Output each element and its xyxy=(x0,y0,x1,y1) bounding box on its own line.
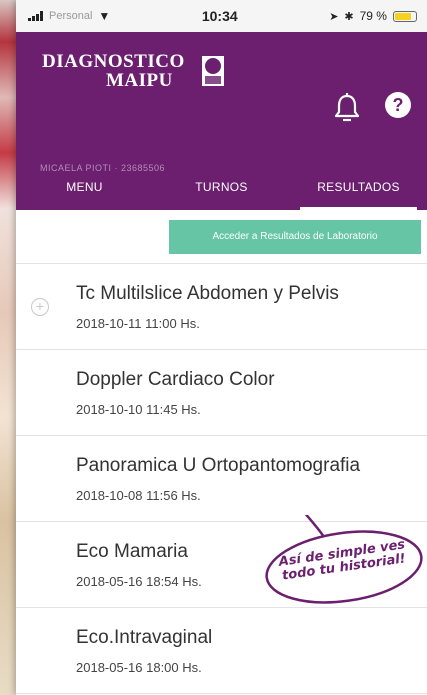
result-title: Eco.Intravaginal xyxy=(76,627,213,648)
lab-results-button[interactable]: Acceder a Resultados de Laboratorio xyxy=(169,219,421,254)
result-title: Tc Multilslice Abdomen y Pelvis xyxy=(76,283,339,304)
bluetooth-icon: ✱ xyxy=(344,10,354,23)
result-title: Eco Mamaria xyxy=(76,541,188,562)
signal-icon xyxy=(28,11,43,21)
status-right: ➤ ✱ 79 % xyxy=(329,9,417,23)
diagnostico-maipu-logo: DIAGNOSTICO MAIPU xyxy=(42,52,227,92)
result-title: Doppler Cardiaco Color xyxy=(76,369,275,390)
result-date: 2018-10-08 11:56 Hs. xyxy=(76,488,201,503)
result-date: 2018-10-10 11:45 Hs. xyxy=(76,402,201,417)
tab-resultados[interactable]: RESULTADOS xyxy=(290,164,427,210)
bell-icon[interactable] xyxy=(334,92,360,122)
logo-line2: MAIPU xyxy=(106,70,173,91)
result-date: 2018-05-16 18:00 Hs. xyxy=(76,660,202,675)
battery-icon xyxy=(392,10,417,22)
tab-turnos[interactable]: TURNOS xyxy=(153,164,290,210)
result-date: 2018-05-16 18:54 Hs. xyxy=(76,574,202,589)
wifi-icon: ▼ xyxy=(98,9,111,23)
status-left: Personal ▼ xyxy=(28,9,110,23)
logo-mark-icon xyxy=(202,56,224,86)
phone-screen: Personal ▼ 10:34 ➤ ✱ 79 % DIAGNOSTICO MA… xyxy=(16,0,427,695)
logo-line1: DIAGNOSTICO xyxy=(42,51,185,72)
result-row[interactable]: Doppler Cardiaco Color 2018-10-10 11:45 … xyxy=(16,350,427,436)
app-header: DIAGNOSTICO MAIPU ? MICAELA PIOTI · 2368… xyxy=(16,32,427,210)
result-row[interactable]: Eco.Intravaginal 2018-05-16 18:00 Hs. xyxy=(16,608,427,694)
action-bar: Acceder a Resultados de Laboratorio xyxy=(16,210,427,264)
result-date: 2018-10-11 11:00 Hs. xyxy=(76,316,200,331)
help-icon[interactable]: ? xyxy=(385,92,411,118)
results-list: + Tc Multilslice Abdomen y Pelvis 2018-1… xyxy=(16,264,427,694)
result-row[interactable]: Panoramica U Ortopantomografia 2018-10-0… xyxy=(16,436,427,522)
status-time: 10:34 xyxy=(201,8,238,24)
expand-icon[interactable]: + xyxy=(31,298,49,316)
tab-bar: MENU TURNOS RESULTADOS xyxy=(16,164,427,210)
status-bar: Personal ▼ 10:34 ➤ ✱ 79 % xyxy=(16,0,427,32)
result-row[interactable]: + Tc Multilslice Abdomen y Pelvis 2018-1… xyxy=(16,264,427,350)
battery-percentage: 79 % xyxy=(359,9,387,23)
result-title: Panoramica U Ortopantomografia xyxy=(76,455,361,476)
carrier-name: Personal xyxy=(49,10,93,22)
location-icon: ➤ xyxy=(329,10,339,23)
tab-menu[interactable]: MENU xyxy=(16,164,153,210)
result-row[interactable]: Eco Mamaria 2018-05-16 18:54 Hs. xyxy=(16,522,427,608)
